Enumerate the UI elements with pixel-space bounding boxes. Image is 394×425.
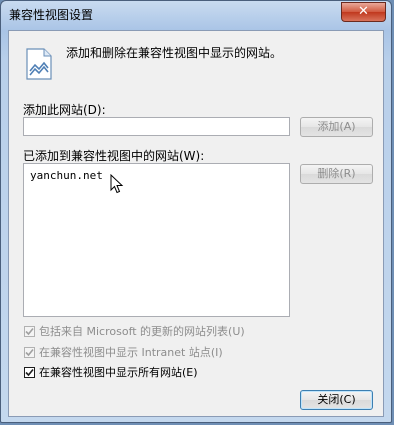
include-ms-list-option[interactable]: 包括来自 Microsoft 的更新的网站列表(U) [24,323,245,339]
add-button[interactable]: 添加(A) [300,117,373,137]
remove-button[interactable]: 删除(R) [300,164,373,184]
mouse-cursor-icon [110,174,124,194]
page-icon [26,48,52,80]
show-intranet-option[interactable]: 在兼容性视图中显示 Intranet 站点(I) [24,344,223,360]
dialog-window: 兼容性视图设置 ✕ 添加和删除在兼容性视图中显示的网站。 添加此网站(D): 添… [0,0,392,423]
show-all-option[interactable]: 在兼容性视图中显示所有网站(E) [24,364,198,380]
add-site-label: 添加此网站(D): [23,103,106,117]
intro-text: 添加和删除在兼容性视图中显示的网站。 [66,46,283,60]
show-all-checkbox[interactable] [24,366,35,378]
include-ms-list-checkbox[interactable] [24,325,35,337]
include-ms-list-label: 包括来自 Microsoft 的更新的网站列表(U) [39,325,245,338]
list-item[interactable]: yanchun.net [30,169,103,182]
added-sites-label: 已添加到兼容性视图中的网站(W): [23,149,205,163]
title-bar[interactable]: 兼容性视图设置 ✕ [1,1,391,29]
dialog-body: 添加和删除在兼容性视图中显示的网站。 添加此网站(D): 添加(A) 已添加到兼… [8,30,384,417]
show-all-label: 在兼容性视图中显示所有网站(E) [39,366,198,379]
add-site-input[interactable] [23,117,290,136]
sites-list[interactable]: yanchun.net [23,163,290,317]
show-intranet-label: 在兼容性视图中显示 Intranet 站点(I) [39,346,223,359]
window-title: 兼容性视图设置 [9,8,94,22]
close-button[interactable]: 关闭(C) [300,390,373,410]
show-intranet-checkbox[interactable] [24,346,35,358]
window-close-button[interactable]: ✕ [341,2,386,22]
